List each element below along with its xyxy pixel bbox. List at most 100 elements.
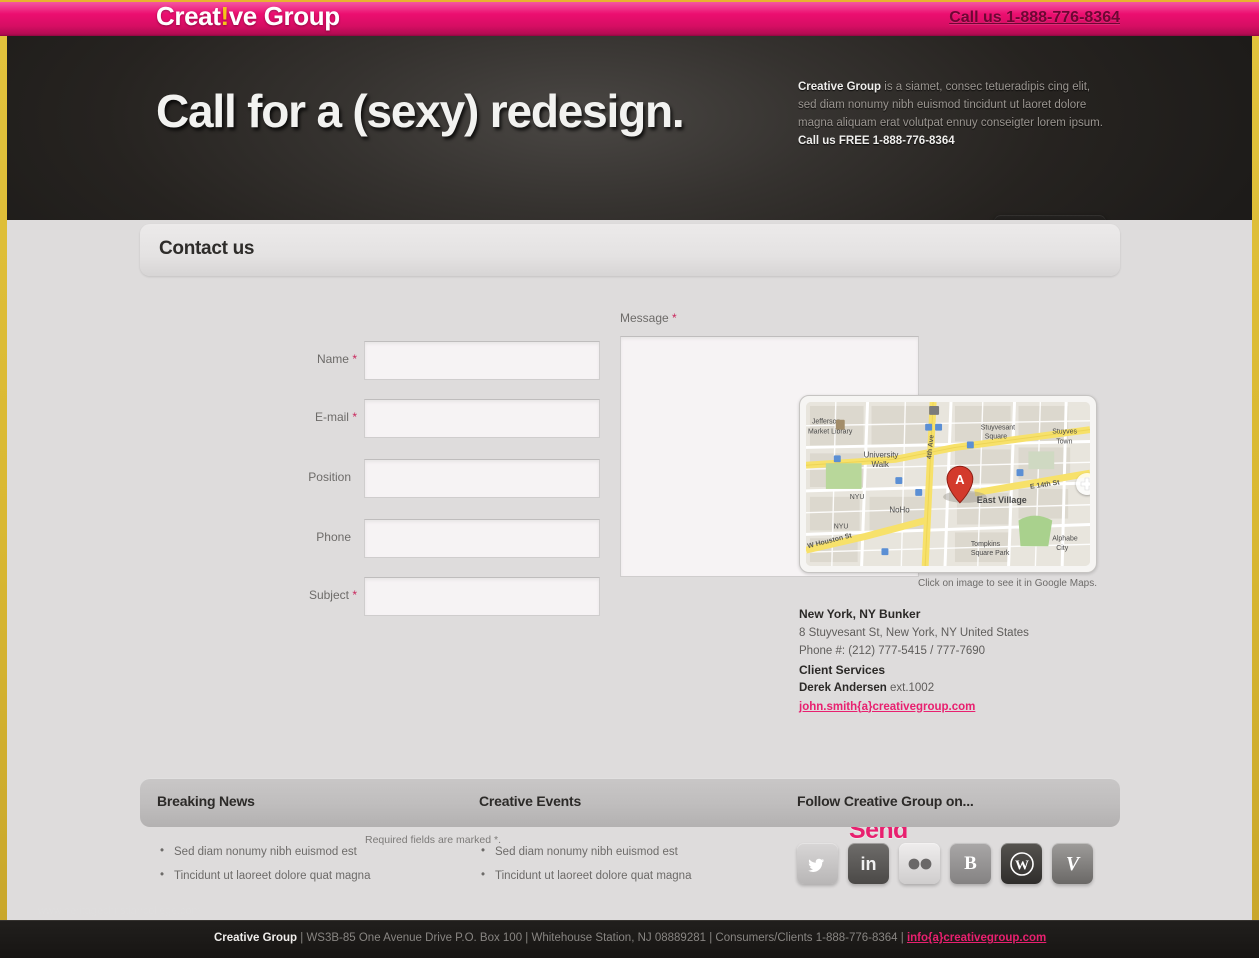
list-item[interactable]: Sed diam nonumy nibh euismod est	[481, 839, 781, 864]
list-item[interactable]: Sed diam nonumy nibh euismod est	[160, 839, 460, 864]
top-bar: Creat!ve Group Call us 1-888-776-8364	[0, 0, 1259, 36]
hero-brand-name: Creative Group	[798, 81, 882, 93]
input-email[interactable]	[364, 399, 600, 438]
label-subject-text: Subject	[308, 588, 349, 602]
logo-text-before: Creat	[156, 1, 221, 31]
required-marker-email: *	[352, 410, 357, 424]
page-title: Contact us	[159, 238, 255, 259]
footer-heading-breaking-news: Breaking News	[157, 793, 255, 809]
label-message-text: Message	[620, 311, 669, 325]
hero-banner: Call for a (sexy) redesign. Creative Gro…	[7, 36, 1252, 220]
svg-text:Stuyvesant: Stuyvesant	[981, 425, 1015, 432]
linkedin-icon[interactable]: in	[848, 843, 889, 884]
contact-person-name: Derek Andersen	[799, 682, 887, 694]
logo-exclamation-icon: !	[220, 1, 229, 31]
social-links: in B W V	[797, 843, 1093, 884]
field-row-phone: Phone	[140, 519, 600, 559]
required-marker-message: *	[672, 311, 677, 325]
field-row-email: E-mail *	[140, 399, 600, 439]
label-position: Position	[308, 470, 351, 484]
map-image[interactable]: A Jefferson Market Library University Wa…	[806, 402, 1090, 566]
svg-text:City: City	[1056, 545, 1068, 552]
svg-text:Walk: Walk	[872, 460, 889, 469]
field-row-position: Position	[140, 459, 600, 499]
required-marker-name: *	[352, 352, 357, 366]
map-graphic: A Jefferson Market Library University Wa…	[806, 402, 1090, 566]
label-email: E-mail *	[315, 410, 357, 424]
input-position[interactable]	[364, 459, 600, 498]
blogger-glyph: B	[964, 853, 977, 874]
hero-paragraph: Creative Group is a siamet, consec tetue…	[798, 78, 1110, 150]
office-street: 8 Stuyvesant St, New York, NY United Sta…	[799, 626, 1029, 639]
map-caption: Click on image to see it in Google Maps.	[918, 578, 1097, 589]
bottom-details: | WS3B-85 One Avenue Drive P.O. Box 100 …	[297, 932, 907, 944]
input-name[interactable]	[364, 341, 600, 380]
nav-item-contact[interactable]: Contact	[994, 215, 1106, 220]
page-watermark: www.heritagechristiancollege.com	[38, 905, 201, 917]
field-row-subject: Subject *	[140, 577, 600, 617]
required-marker-subject: *	[352, 588, 357, 602]
vimeo-icon[interactable]: V	[1052, 843, 1093, 884]
twitter-icon[interactable]	[797, 843, 838, 884]
office-name: New York, NY Bunker	[799, 607, 921, 621]
svg-text:NYU: NYU	[834, 523, 849, 530]
bottom-bar: Creative Group | WS3B-85 One Avenue Driv…	[0, 920, 1259, 958]
header-phone-link[interactable]: Call us 1-888-776-8364	[949, 9, 1120, 27]
contact-person-ext: ext.1002	[886, 682, 935, 694]
bottom-brand: Creative Group	[214, 932, 298, 944]
label-phone: Phone	[316, 530, 351, 544]
footer-list-breaking-news: Sed diam nonumy nibh euismod est Tincidu…	[160, 839, 460, 888]
svg-text:Tompkins: Tompkins	[971, 541, 1001, 548]
map-expand-icon[interactable]	[1076, 473, 1090, 495]
svg-text:East Village: East Village	[977, 495, 1027, 505]
site-logo[interactable]: Creat!ve Group	[156, 1, 340, 32]
svg-text:Square: Square	[985, 434, 1008, 441]
left-edge-strip	[0, 36, 7, 920]
content-panel: Contact us Name * E-mail * Position Phon…	[140, 224, 1120, 846]
address-block: New York, NY Bunker 8 Stuyvesant St, New…	[799, 605, 1119, 716]
map-card[interactable]: A Jefferson Market Library University Wa…	[799, 395, 1097, 573]
panel-header: Contact us	[140, 224, 1120, 276]
label-phone-text: Phone	[316, 530, 351, 544]
contact-email-link[interactable]: john.smith{a}creativegroup.com	[799, 698, 1119, 717]
svg-text:Town: Town	[1056, 439, 1072, 446]
field-row-name: Name *	[140, 341, 600, 381]
svg-text:Market Library: Market Library	[808, 429, 853, 436]
label-name: Name *	[317, 352, 357, 366]
office-phone: Phone #: (212) 777-5415 / 777-7690	[799, 645, 986, 657]
logo-text-after: ve Group	[228, 1, 340, 31]
footer-heading-creative-events: Creative Events	[479, 793, 582, 809]
label-position-text: Position	[308, 470, 351, 484]
svg-text:W: W	[1015, 858, 1029, 873]
svg-text:A: A	[955, 472, 964, 487]
footer-heading-band: Breaking News Creative Events Follow Cre…	[140, 778, 1120, 827]
hero-headline: Call for a (sexy) redesign.	[156, 85, 685, 137]
svg-text:NoHo: NoHo	[889, 506, 910, 515]
bottom-bar-text: Creative Group | WS3B-85 One Avenue Driv…	[214, 932, 1046, 944]
flickr-icon[interactable]	[899, 843, 940, 884]
svg-text:Stuyves: Stuyves	[1052, 429, 1077, 436]
svg-text:Alphabe: Alphabe	[1052, 535, 1078, 542]
svg-text:NYU: NYU	[850, 494, 865, 501]
label-email-text: E-mail	[314, 410, 349, 424]
right-edge-strip	[1252, 36, 1259, 920]
list-item[interactable]: Tincidunt ut laoreet dolore quat magna	[160, 863, 460, 888]
list-item[interactable]: Tincidunt ut laoreet dolore quat magna	[481, 863, 781, 888]
contact-person: Derek Andersen ext.1002	[799, 679, 1119, 698]
footer-heading-follow-us: Follow Creative Group on...	[797, 793, 974, 809]
svg-text:Square Park: Square Park	[971, 550, 1010, 557]
vimeo-glyph: V	[1065, 852, 1080, 875]
svg-text:University: University	[864, 450, 899, 459]
label-subject: Subject *	[309, 588, 357, 602]
input-phone[interactable]	[364, 519, 600, 558]
input-subject[interactable]	[364, 577, 600, 616]
bottom-email-link[interactable]: info{a}creativegroup.com	[907, 932, 1046, 944]
hero-cta-phone: Call us FREE 1-888-776-8364	[798, 135, 955, 147]
label-name-text: Name	[316, 352, 349, 366]
footer-list-creative-events: Sed diam nonumy nibh euismod est Tincidu…	[481, 839, 781, 888]
page-root: Creat!ve Group Call us 1-888-776-8364 Ca…	[0, 0, 1259, 958]
blogger-icon[interactable]: B	[950, 843, 991, 884]
wordpress-icon[interactable]: W	[1001, 843, 1042, 884]
department-name: Client Services	[799, 662, 886, 677]
label-message: Message *	[620, 311, 677, 325]
